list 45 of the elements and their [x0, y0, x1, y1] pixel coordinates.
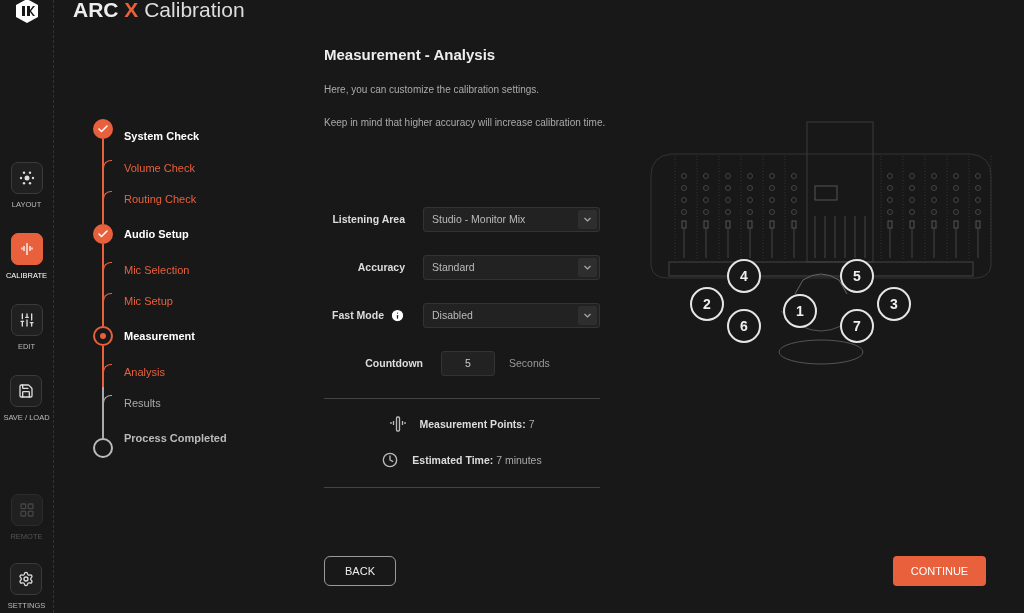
chevron-down-icon — [578, 257, 597, 277]
dropdown[interactable]: Studio - Monitor Mix — [423, 206, 600, 232]
countdown-input[interactable]: 5 — [441, 350, 495, 376]
substep-label: Analysis — [124, 365, 165, 378]
position-marker: 6 — [727, 309, 761, 343]
intro-text: Keep in mind that higher accuracy will increase calibration time. — [324, 117, 606, 129]
substep-label: Mic Setup — [124, 294, 173, 307]
sliders-icon — [18, 312, 35, 328]
info-icon[interactable] — [390, 307, 405, 323]
microphone-icon — [389, 415, 406, 433]
back-button[interactable]: BACK — [324, 556, 396, 586]
substep-label: Mic Selection — [124, 263, 190, 276]
summary-text: Estimated Time: 7 minutes — [412, 454, 542, 466]
intro-text: Here, you can customize the calibration settings. — [324, 84, 540, 96]
dropdown[interactable]: Disabled — [423, 302, 600, 328]
substep-label: Routing Check — [124, 192, 197, 205]
field-label: Countdown — [365, 357, 423, 369]
field-label: Listening Area — [332, 213, 405, 225]
substep-label: Results — [124, 396, 161, 409]
step-label: Measurement — [124, 330, 195, 342]
position-marker: 4 — [727, 259, 761, 293]
chevron-down-icon — [578, 305, 597, 325]
summary-text: Measurement Points: 7 — [419, 418, 535, 430]
clock-icon — [382, 452, 399, 468]
app-title: ARC X Calibration — [73, 0, 246, 22]
step-label: System Check — [124, 129, 200, 142]
save-icon — [18, 383, 35, 399]
position-marker: 3 — [877, 287, 911, 321]
step-label: Process Completed — [124, 432, 227, 444]
page-heading: Measurement - Analysis — [324, 46, 497, 63]
grid-icon — [18, 502, 35, 518]
dropdown[interactable]: Standard — [423, 254, 600, 280]
position-marker: 5 — [840, 259, 874, 293]
field-label: Fast Mode — [332, 309, 384, 321]
step-label: Audio Setup — [124, 228, 189, 240]
settings-icon — [18, 571, 35, 587]
position-marker: 2 — [690, 287, 724, 321]
microphone-icon — [18, 241, 35, 257]
position-marker: 7 — [840, 309, 874, 343]
position-marker: 1 — [783, 294, 817, 328]
speaker-layout-icon — [18, 170, 35, 186]
chevron-down-icon — [578, 209, 597, 229]
field-label: Accuracy — [357, 261, 405, 273]
substep-label: Volume Check — [124, 161, 195, 174]
unit-label: Seconds — [509, 357, 550, 369]
